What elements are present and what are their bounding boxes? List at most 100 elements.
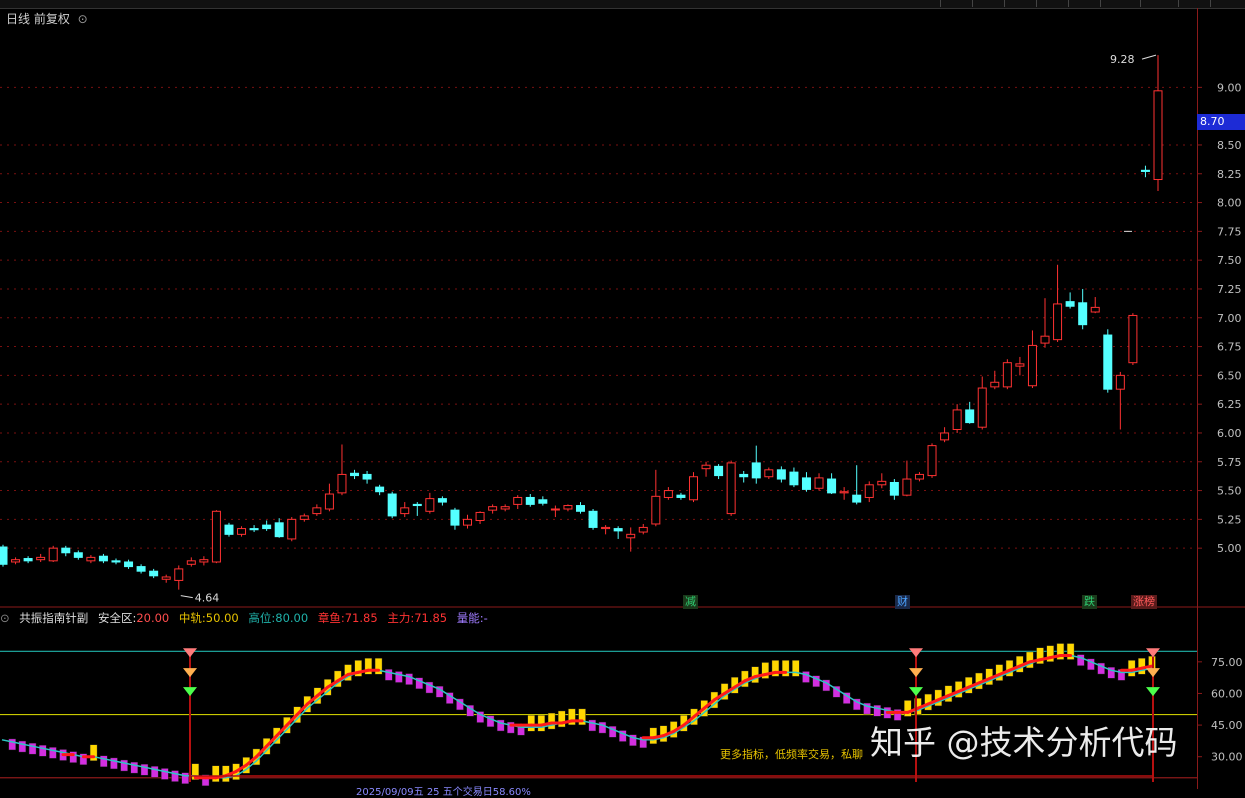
signal-low-icon bbox=[909, 687, 923, 697]
fall-block bbox=[802, 671, 810, 683]
param-safe: 安全区:20.00 bbox=[97, 611, 170, 625]
param-volume: 量能:- bbox=[456, 611, 488, 625]
series-line-main bbox=[1140, 664, 1154, 670]
date-bar: 2025/09/09五 25 五个交易日58.60% bbox=[356, 787, 531, 798]
fall-block bbox=[49, 747, 57, 759]
candle-body bbox=[450, 509, 460, 526]
rise-block bbox=[792, 660, 800, 677]
candle-body bbox=[1128, 314, 1138, 364]
candle-body bbox=[111, 560, 121, 563]
candle-body bbox=[1153, 90, 1163, 181]
rise-block bbox=[527, 714, 535, 732]
fall-block bbox=[385, 669, 393, 681]
series-line-main bbox=[1130, 666, 1144, 672]
indicator-name[interactable]: 共振指南针副 bbox=[19, 611, 88, 625]
param-main: 主力:71.85 bbox=[387, 611, 448, 625]
indicator-toggle-icon[interactable]: ⊙ bbox=[0, 611, 10, 625]
fall-block bbox=[28, 742, 37, 755]
signal-low-icon bbox=[183, 687, 197, 697]
candle-body bbox=[161, 576, 171, 580]
indicator-tick-label: 60.00 bbox=[1211, 687, 1243, 700]
marker-tag[interactable]: 涨榜 bbox=[1131, 595, 1157, 609]
rise-block bbox=[374, 658, 383, 675]
price-tick-label: 5.50 bbox=[1217, 485, 1242, 498]
candle-body bbox=[525, 496, 535, 505]
series-line-main bbox=[1038, 656, 1052, 662]
candle-body bbox=[563, 505, 573, 510]
candle-body bbox=[262, 524, 272, 530]
price-tick-label: 5.25 bbox=[1217, 513, 1242, 526]
fall-block bbox=[598, 721, 607, 734]
rise-block bbox=[212, 765, 220, 782]
signal-top-icon bbox=[1146, 648, 1160, 658]
candle-body bbox=[375, 486, 385, 493]
candle-body bbox=[500, 506, 510, 510]
fall-block bbox=[171, 770, 179, 782]
price-tick-label: 6.75 bbox=[1217, 341, 1242, 354]
series-line-main bbox=[763, 670, 777, 676]
candle-body bbox=[701, 464, 711, 470]
marker-tag[interactable]: 跌 bbox=[1082, 595, 1097, 609]
series-line-main bbox=[1028, 658, 1042, 664]
candle-body bbox=[814, 477, 824, 489]
price-tick-label: 6.25 bbox=[1217, 398, 1242, 411]
price-tick-label: 7.50 bbox=[1217, 254, 1242, 267]
fall-block bbox=[150, 766, 159, 778]
price-tick-label: 5.00 bbox=[1217, 542, 1242, 555]
series-line-main bbox=[539, 721, 554, 727]
candle-body bbox=[1002, 362, 1012, 388]
candle-body bbox=[211, 510, 221, 563]
rise-block bbox=[89, 744, 98, 761]
fall-block bbox=[405, 673, 413, 685]
rise-block bbox=[904, 700, 912, 717]
marker-tag[interactable]: 财 bbox=[895, 595, 910, 609]
price-tick-label: 9.00 bbox=[1217, 81, 1242, 94]
param-mid: 中轨:50.00 bbox=[178, 611, 239, 625]
candle-body bbox=[287, 518, 297, 540]
fall-block bbox=[181, 772, 189, 784]
candle-body bbox=[437, 498, 447, 503]
candle-body bbox=[362, 473, 372, 480]
rise-block bbox=[558, 710, 566, 728]
low-label: 4.64 bbox=[195, 592, 220, 605]
candle-body bbox=[1027, 344, 1037, 387]
high-label: 9.28 bbox=[1110, 53, 1135, 66]
price-tick-label: 6.00 bbox=[1217, 427, 1242, 440]
candle-body bbox=[400, 507, 410, 515]
candle-body bbox=[839, 491, 849, 494]
candle-body bbox=[387, 493, 397, 517]
candle-body bbox=[601, 526, 611, 530]
candle-body bbox=[61, 547, 71, 554]
candle-body bbox=[463, 518, 473, 526]
fall-block bbox=[110, 757, 118, 770]
series-line-main bbox=[356, 668, 370, 674]
marker-tag[interactable]: 减 bbox=[683, 595, 698, 609]
signal-mid-icon bbox=[183, 668, 197, 678]
rise-block bbox=[547, 712, 556, 730]
watermark: 知乎 @技术分析代码 bbox=[870, 723, 1178, 762]
candle-body bbox=[613, 528, 623, 532]
price-tick-label: 7.75 bbox=[1217, 225, 1242, 238]
candle-body bbox=[638, 526, 648, 533]
candle-body bbox=[789, 471, 799, 486]
candle-body bbox=[538, 499, 548, 504]
candle-body bbox=[249, 528, 259, 531]
indicator-tick-label: 45.00 bbox=[1211, 719, 1243, 732]
price-tick-label: 8.50 bbox=[1217, 139, 1242, 152]
candle-body bbox=[174, 568, 184, 581]
candle-body bbox=[977, 387, 987, 428]
candle-body bbox=[237, 528, 247, 535]
candle-body bbox=[726, 462, 736, 515]
price-tick-label: 6.50 bbox=[1217, 369, 1242, 382]
candle-body bbox=[0, 546, 8, 565]
candle-body bbox=[23, 558, 33, 562]
candle-body bbox=[312, 507, 322, 515]
candle-body bbox=[952, 409, 962, 431]
chart-canvas[interactable]: 5.00 5.25 5.50 5.75 6.00 6.25 6.50 6.75 7.00 7.25… bbox=[0, 0, 1245, 789]
fall-block bbox=[100, 755, 108, 768]
candle-body bbox=[990, 381, 1000, 388]
candle-body bbox=[676, 494, 686, 498]
candle-body bbox=[48, 547, 58, 562]
candle-body bbox=[136, 566, 146, 572]
candle-body bbox=[11, 559, 21, 563]
